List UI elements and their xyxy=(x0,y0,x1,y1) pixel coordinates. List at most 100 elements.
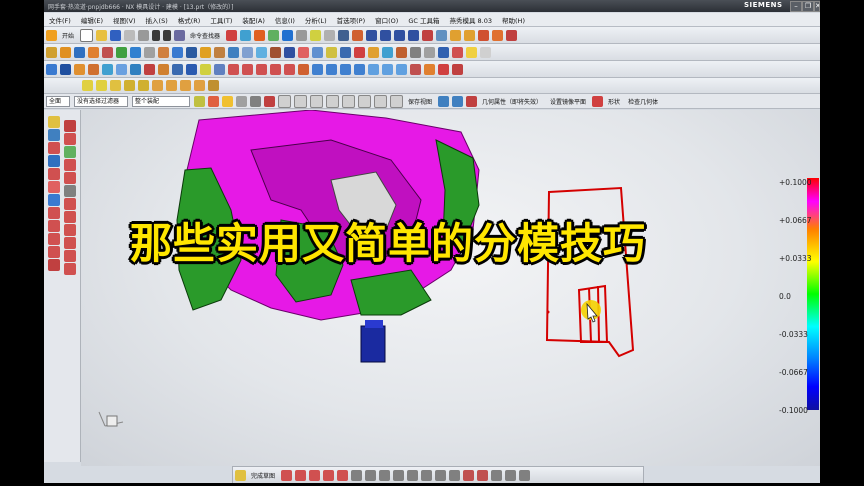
shaded-icon[interactable] xyxy=(281,29,293,41)
left-tool-icon-16[interactable] xyxy=(48,220,60,232)
new-file-icon[interactable] xyxy=(79,28,93,42)
unite-icon[interactable] xyxy=(115,46,127,58)
left-tool-icon-6[interactable] xyxy=(48,155,60,167)
hole-icon[interactable] xyxy=(87,46,99,58)
replace-face-icon[interactable] xyxy=(255,46,267,58)
snap-quadrant-icon[interactable] xyxy=(235,95,247,107)
extrude-icon[interactable] xyxy=(59,46,71,58)
snap-bounding-box-icon[interactable] xyxy=(325,94,339,108)
menu-file[interactable]: 文件(F) xyxy=(44,15,76,25)
ruled-icon[interactable] xyxy=(101,63,113,75)
menu-view[interactable]: 视图(V) xyxy=(108,15,141,25)
menu-help[interactable]: 帮助(H) xyxy=(497,15,530,25)
left-tool-icon-17[interactable] xyxy=(64,224,76,236)
snap-tangent-icon[interactable] xyxy=(293,94,307,108)
left-tool-icon-15[interactable] xyxy=(64,211,76,223)
left-tool-icon-22[interactable] xyxy=(48,259,60,271)
snap-line-icon[interactable] xyxy=(373,94,387,108)
view-icon-a[interactable] xyxy=(437,95,449,107)
left-tool-icon-14[interactable] xyxy=(48,207,60,219)
sketch-fillet-tool-icon[interactable] xyxy=(336,469,348,481)
pattern-icon[interactable] xyxy=(297,46,309,58)
left-tool-icon-1[interactable] xyxy=(64,120,76,132)
hole-table-icon[interactable] xyxy=(166,80,177,91)
menu-info[interactable]: 信息(I) xyxy=(270,15,300,25)
table-icon[interactable] xyxy=(110,80,121,91)
transparency-icon[interactable] xyxy=(239,29,251,41)
snap-intersection-icon[interactable] xyxy=(263,95,275,107)
cut-icon[interactable] xyxy=(123,29,135,41)
sketch-extend-tool-icon[interactable] xyxy=(406,469,418,481)
helix-icon[interactable] xyxy=(297,63,309,75)
sketch-relations-icon[interactable] xyxy=(490,469,502,481)
layer-settings-icon[interactable] xyxy=(423,46,435,58)
delete-face-icon[interactable] xyxy=(269,46,281,58)
intersection-curve-icon[interactable] xyxy=(325,63,337,75)
gc-tool-icon[interactable] xyxy=(423,63,435,75)
sew-icon[interactable] xyxy=(367,46,379,58)
menu-edit[interactable]: 编辑(E) xyxy=(76,15,108,25)
intersect-icon[interactable] xyxy=(143,46,155,58)
sketch-circle-tool-icon[interactable] xyxy=(322,469,334,481)
left-tool-icon-13[interactable] xyxy=(64,198,76,210)
snap-midpoint-icon[interactable] xyxy=(207,95,219,107)
split-body-icon[interactable] xyxy=(227,46,239,58)
view-icon-b[interactable] xyxy=(451,95,463,107)
left-tool-icon-23[interactable] xyxy=(64,263,76,275)
extract-curve-icon[interactable] xyxy=(353,63,365,75)
extend-sheet-icon[interactable] xyxy=(157,63,169,75)
snap-pole-icon[interactable] xyxy=(341,94,355,108)
start-button[interactable]: 开始 xyxy=(62,31,74,40)
redo-icon[interactable] xyxy=(162,29,171,41)
wireframe-icon[interactable] xyxy=(295,29,307,41)
minimize-button[interactable]: – xyxy=(790,1,802,12)
offset-surface-icon[interactable] xyxy=(171,63,183,75)
left-tool-icon-7[interactable] xyxy=(64,159,76,171)
left-tool-icon-3[interactable] xyxy=(64,133,76,145)
menu-insert[interactable]: 插入(S) xyxy=(141,15,173,25)
sketch-arc-tool-icon[interactable] xyxy=(308,469,320,481)
snap-endpoint-icon[interactable] xyxy=(193,95,205,107)
maximize-button[interactable]: ❐ xyxy=(802,1,814,12)
scope-combo[interactable]: 整个装配 xyxy=(132,95,190,107)
through-curves-icon[interactable] xyxy=(73,63,85,75)
snap-crosshair-icon[interactable] xyxy=(357,94,371,108)
menu-tools[interactable]: 工具(T) xyxy=(205,15,237,25)
sketch-constraint-icon[interactable] xyxy=(462,469,474,481)
command-finder-button[interactable]: 命令查找器 xyxy=(190,31,220,40)
menu-analysis[interactable]: 分析(L) xyxy=(300,15,332,25)
check-geometry-button[interactable]: 检查几何体 xyxy=(628,97,658,106)
save-icon[interactable] xyxy=(109,29,121,41)
offset-curve-icon[interactable] xyxy=(367,63,379,75)
finish-sketch-icon[interactable] xyxy=(234,469,246,481)
start-icon[interactable] xyxy=(45,29,57,41)
drawing-check-icon[interactable] xyxy=(208,80,219,91)
section-view-icon[interactable] xyxy=(421,29,433,41)
camera-icon[interactable] xyxy=(435,29,447,41)
rectangle-icon[interactable] xyxy=(255,63,267,75)
point-icon[interactable] xyxy=(353,46,365,58)
sketch-trim-tool-icon[interactable] xyxy=(392,469,404,481)
snap-point-on-curve-icon[interactable] xyxy=(249,95,261,107)
label-icon[interactable] xyxy=(124,80,135,91)
shape-icon[interactable] xyxy=(591,95,603,107)
zoom-icon[interactable] xyxy=(323,29,335,41)
shape-button[interactable]: 形状 xyxy=(608,97,620,106)
mold-slider-blue[interactable] xyxy=(360,325,386,363)
project-curve-icon[interactable] xyxy=(311,63,323,75)
electrode-icon[interactable] xyxy=(451,63,463,75)
sketch-corner-tool-icon[interactable] xyxy=(420,469,432,481)
text-note-icon[interactable] xyxy=(82,80,93,91)
draft-icon[interactable] xyxy=(199,46,211,58)
profile-icon[interactable] xyxy=(280,469,292,481)
studio-surface-icon[interactable] xyxy=(129,63,141,75)
left-tool-icon-21[interactable] xyxy=(64,250,76,262)
type-filter-combo[interactable]: 没有选择过滤器 xyxy=(74,95,128,107)
left-tool-icon-10[interactable] xyxy=(48,181,60,193)
trim-body-icon[interactable] xyxy=(213,46,225,58)
mirror-icon[interactable] xyxy=(311,46,323,58)
mold-tool-icon[interactable] xyxy=(437,63,449,75)
face-blend-icon[interactable] xyxy=(199,63,211,75)
trim-curve-icon[interactable] xyxy=(395,63,407,75)
left-tool-icon-0[interactable] xyxy=(48,116,60,128)
